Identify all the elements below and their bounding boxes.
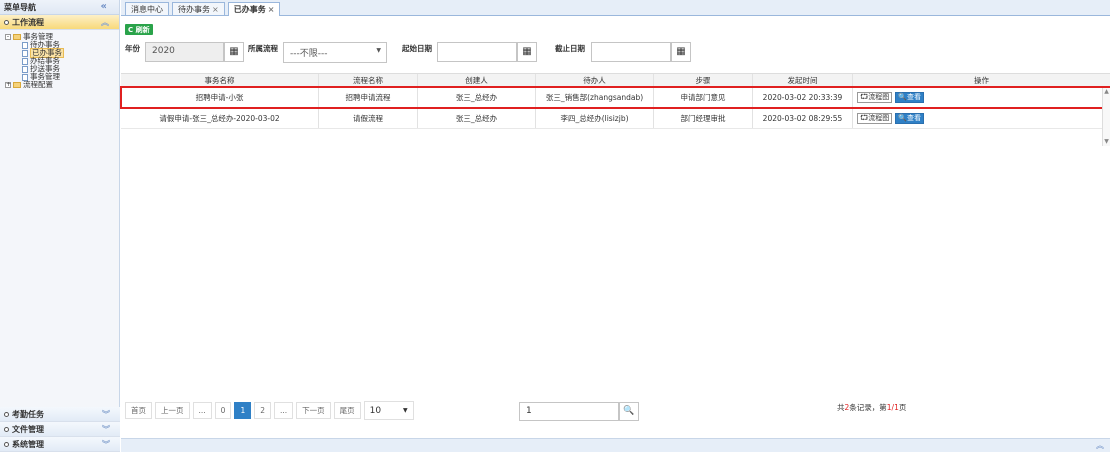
last-page-button[interactable]: 尾页 [333, 402, 361, 419]
page-size-select[interactable]: 10 ▼ [363, 401, 414, 420]
cell-affair-name: 请假申请-张三_总经办-2020-03-02 [121, 108, 319, 128]
tab-bar: 消息中心 待办事务 × 已办事务 × [121, 0, 1110, 16]
panel-dot-icon [4, 20, 9, 25]
page-1-button[interactable]: 1 [234, 402, 252, 419]
bottom-panels: 考勤任务 ︾ 文件管理 ︾ 系统管理 ︾ [0, 407, 120, 452]
end-calendar-icon[interactable]: ▦ [671, 42, 691, 62]
header-affair-name[interactable]: 事务名称 [121, 74, 319, 86]
start-date-input[interactable] [437, 42, 517, 62]
cell-creator: 张三_总经办 [418, 108, 536, 128]
close-icon[interactable]: × [212, 5, 219, 14]
table-header: 事务名称 流程名称 创建人 待办人 步骤 发起时间 操作 [121, 73, 1110, 87]
file-icon [22, 41, 28, 49]
chevron-up-icon[interactable]: ︽ [1096, 440, 1104, 451]
tab-done[interactable]: 已办事务 × [227, 2, 281, 16]
flowchart-button[interactable]: ⮔流程图 [857, 91, 893, 103]
cell-start-time: 2020-03-02 08:29:55 [753, 108, 853, 128]
panel-files[interactable]: 文件管理 ︾ [0, 422, 120, 437]
tree-node-flow-config[interactable]: + 流程配置 [5, 81, 119, 89]
next-page-button[interactable]: 下一页 [296, 402, 331, 419]
panel-workflow[interactable]: 工作流程 ︽ [0, 15, 119, 30]
folder-icon [13, 34, 21, 40]
chevron-down-icon[interactable]: ︾ [102, 424, 110, 435]
table-row[interactable]: 请假申请-张三_总经办-2020-03-02 请假流程 张三_总经办 李四_总经… [121, 108, 1110, 129]
end-date-input[interactable] [591, 42, 671, 62]
tab-todo[interactable]: 待办事务 × [172, 2, 225, 15]
chevron-down-icon: ▼ [376, 47, 381, 54]
footer-bar: ︽ [121, 438, 1110, 452]
cell-assignee: 张三_销售部(zhangsandab) [536, 87, 654, 107]
cell-flow-name: 招聘申请流程 [319, 87, 418, 107]
record-summary: 共2条记录，第1/1页 [837, 403, 907, 412]
table-row[interactable]: 招聘申请-小张 招聘申请流程 张三_总经办 张三_销售部(zhangsandab… [120, 86, 1110, 109]
collapse-icon[interactable]: « [101, 1, 107, 12]
panel-dot-icon [4, 427, 9, 432]
cell-actions: ⮔流程图 🔍查看 [853, 87, 1110, 107]
flow-select[interactable]: ---不限--- ▼ [283, 42, 387, 63]
affairs-table: 事务名称 流程名称 创建人 待办人 步骤 发起时间 操作 招聘申请-小张 招聘申… [120, 73, 1110, 129]
page-ellipsis: ... [192, 402, 212, 419]
first-page-button[interactable]: 首页 [125, 402, 152, 419]
plus-icon[interactable]: + [5, 82, 11, 88]
header-actions: 操作 [974, 75, 989, 85]
view-button[interactable]: 🔍查看 [895, 91, 925, 103]
start-date-label: 起始日期 [402, 44, 432, 53]
cell-flow-name: 请假流程 [319, 108, 418, 128]
chevron-up-icon[interactable]: ︽ [101, 17, 109, 28]
minus-icon[interactable]: - [5, 34, 11, 40]
panel-dot-icon [4, 412, 9, 417]
flow-label: 所属流程 [248, 44, 278, 53]
flowchart-button[interactable]: ⮔流程图 [857, 112, 893, 124]
file-icon [22, 57, 28, 65]
cell-assignee: 李四_总经办(lisizjb) [536, 108, 654, 128]
main-area: 消息中心 待办事务 × 已办事务 × C 刷新 年份 2020 ▦ 所属流程 ---… [120, 0, 1110, 452]
sidebar-title: 菜单导航 « [0, 0, 119, 15]
header-flow-name[interactable]: 流程名称 [319, 74, 418, 86]
scroll-down-icon[interactable]: ▼ [1103, 138, 1110, 146]
panel-dot-icon [4, 442, 9, 447]
year-input[interactable]: 2020 [145, 42, 224, 62]
cell-creator: 张三_总经办 [418, 87, 536, 107]
header-start-time[interactable]: 发起时间 [753, 74, 853, 86]
cell-start-time: 2020-03-02 20:33:39 [753, 87, 853, 107]
prev-page-button[interactable]: 上一页 [155, 402, 190, 419]
year-picker-icon[interactable]: ▦ [224, 42, 244, 62]
table-scrollbar[interactable]: ▲ ▼ [1102, 88, 1110, 146]
cell-step: 申请部门意见 [654, 87, 753, 107]
chevron-down-icon: ▼ [403, 407, 408, 414]
cell-affair-name: 招聘申请-小张 [121, 87, 319, 107]
tree-node-affairs[interactable]: - 事务管理 [5, 33, 119, 41]
folder-icon [13, 82, 21, 88]
left-sidebar: 菜单导航 « 工作流程 ︽ - 事务管理 待办事务 已办事务 办结事务 抄送事务 … [0, 0, 120, 452]
scroll-up-icon[interactable]: ▲ [1103, 88, 1110, 96]
page-2-button[interactable]: 2 [254, 402, 271, 419]
cell-actions: ⮔流程图 🔍查看 [853, 108, 1110, 128]
search-icon[interactable]: 🔍 [619, 402, 639, 421]
goto-page-input[interactable]: 1 [519, 402, 619, 421]
chevron-down-icon[interactable]: ︾ [102, 439, 110, 450]
header-step[interactable]: 步骤 [654, 74, 753, 86]
panel-attendance[interactable]: 考勤任务 ︾ [0, 407, 120, 422]
file-icon [22, 49, 28, 57]
start-calendar-icon[interactable]: ▦ [517, 42, 537, 62]
file-icon [22, 65, 28, 73]
workflow-tree: - 事务管理 待办事务 已办事务 办结事务 抄送事务 事务管理 + 流程配置 [0, 30, 119, 89]
close-icon[interactable]: × [268, 5, 275, 14]
end-date-label: 截止日期 [555, 44, 585, 53]
header-creator[interactable]: 创建人 [418, 74, 536, 86]
page-0-button[interactable]: 0 [214, 402, 232, 419]
view-button[interactable]: 🔍查看 [895, 112, 925, 124]
page-ellipsis: ... [274, 402, 294, 419]
cell-step: 部门经理审批 [654, 108, 753, 128]
year-label: 年份 [125, 44, 140, 53]
chevron-down-icon[interactable]: ︾ [102, 409, 110, 420]
refresh-button[interactable]: C 刷新 [125, 24, 153, 35]
header-assignee[interactable]: 待办人 [536, 74, 654, 86]
tab-message-center[interactable]: 消息中心 [125, 2, 169, 15]
pagination: 首页 上一页 ... 0 1 2 ... 下一页 尾页 10 ▼ [125, 401, 414, 420]
panel-system[interactable]: 系统管理 ︾ [0, 437, 120, 452]
